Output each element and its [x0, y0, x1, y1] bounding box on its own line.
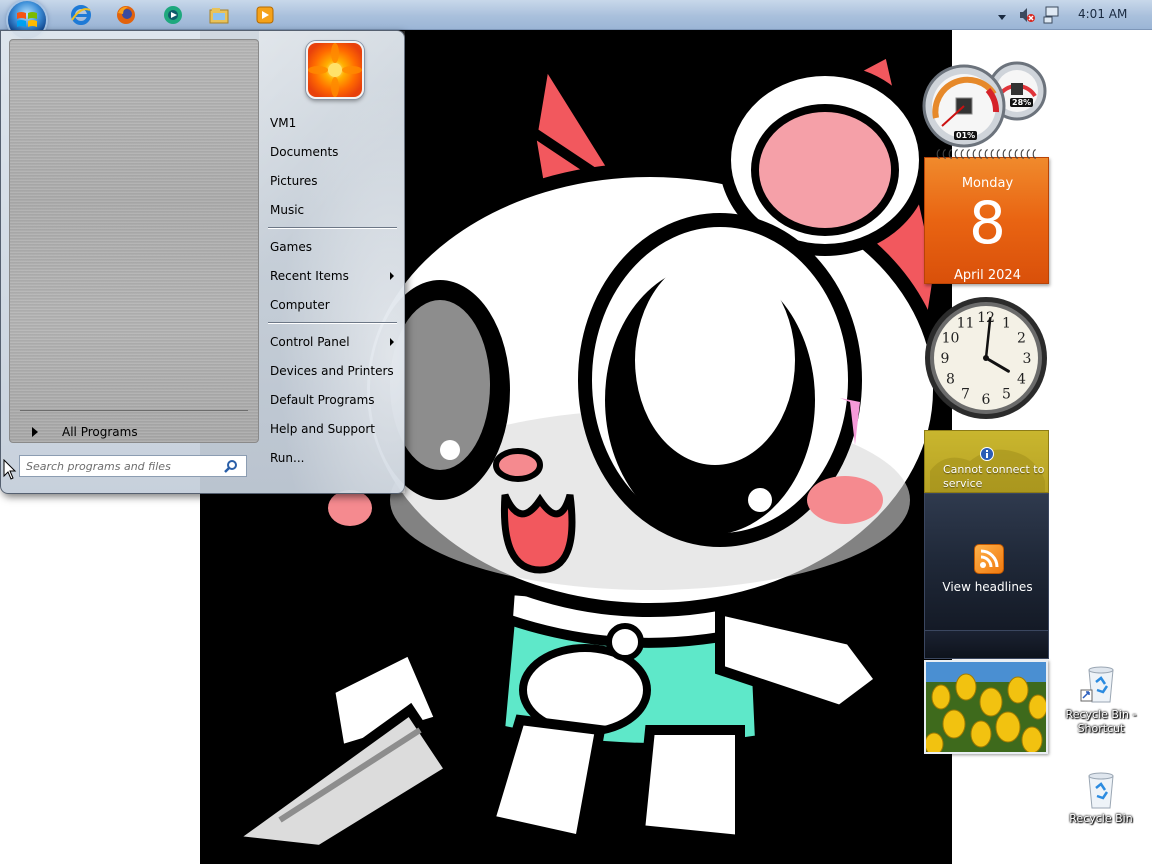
- calendar-body: Monday 8 April 2024: [924, 157, 1049, 284]
- menu-item-default-programs[interactable]: Default Programs: [266, 389, 398, 411]
- menu-item-devices-printers[interactable]: Devices and Printers: [266, 360, 398, 382]
- menu-item-documents[interactable]: Documents: [266, 141, 398, 163]
- info-icon: [980, 447, 994, 461]
- calendar-gadget[interactable]: Monday 8 April 2024: [924, 148, 1049, 284]
- menu-item-label: Documents: [270, 145, 339, 159]
- menu-item-music[interactable]: Music: [266, 199, 398, 221]
- rss-icon: [974, 544, 1004, 574]
- calendar-date: 8: [969, 189, 1006, 257]
- clock-number: 3: [1023, 351, 1032, 367]
- menu-item-label: Control Panel: [270, 335, 350, 349]
- menu-item-label: VM1: [270, 116, 297, 130]
- menu-item-control-panel[interactable]: Control Panel: [266, 331, 398, 353]
- taskbar-clock[interactable]: 4:01 AM: [1078, 7, 1127, 21]
- firefox-icon[interactable]: [115, 4, 137, 26]
- menu-item-label: Music: [270, 203, 305, 217]
- programs-divider: [20, 410, 248, 411]
- desktop-icon-label: Recycle Bin - Shortcut: [1065, 708, 1137, 735]
- network-icon[interactable]: [1043, 5, 1061, 25]
- menu-separator: [268, 322, 397, 323]
- menu-item-games[interactable]: Games: [266, 236, 398, 258]
- clock-number: 4: [1017, 372, 1026, 388]
- feed-headlines-gadget[interactable]: View headlines: [924, 493, 1049, 631]
- submenu-arrow-icon: [390, 272, 394, 280]
- search-box[interactable]: [19, 455, 247, 477]
- menu-item-help-support[interactable]: Help and Support: [266, 418, 398, 440]
- menu-separator: [268, 227, 397, 228]
- view-headlines-link[interactable]: View headlines: [925, 580, 1050, 594]
- recycle-bin-icon: [1080, 666, 1114, 703]
- menu-item-label: Recent Items: [270, 269, 349, 283]
- menu-item-run[interactable]: Run...: [266, 447, 398, 469]
- arrow-right-icon: [32, 427, 38, 437]
- recycle-bin-icon: [1088, 772, 1114, 809]
- clock-number: 6: [982, 392, 991, 408]
- slideshow-gadget[interactable]: [924, 660, 1048, 754]
- all-programs-button[interactable]: All Programs: [20, 420, 248, 444]
- clock-number: 8: [946, 372, 955, 388]
- menu-item-label: Run...: [270, 451, 305, 465]
- clock-number: 7: [961, 387, 970, 403]
- windows-media-center-icon[interactable]: [162, 4, 184, 26]
- clock-number: 10: [942, 331, 960, 347]
- menu-item-computer[interactable]: Computer: [266, 294, 398, 316]
- windows-media-player-icon[interactable]: [254, 4, 276, 26]
- calendar-month: April 2024: [954, 268, 1021, 283]
- calendar-rings: [936, 149, 1036, 159]
- memory-usage-readout: 28%: [1010, 98, 1034, 107]
- desktop-icon-label: Recycle Bin: [1069, 812, 1133, 825]
- clock-gadget[interactable]: 12 1 2 3 4 5 6 7 8 9 10 11: [922, 294, 1050, 422]
- volume-muted-icon[interactable]: [1018, 6, 1036, 24]
- menu-item-label: Games: [270, 240, 312, 254]
- clock-number: 1: [1002, 316, 1011, 332]
- feed-status-panel[interactable]: Cannot connect to service: [924, 430, 1049, 493]
- menu-item-recent-items[interactable]: Recent Items: [266, 265, 398, 287]
- clock-number: 9: [941, 351, 950, 367]
- clock-number: 11: [957, 316, 975, 332]
- cpu-meter-gadget[interactable]: 01% 28%: [922, 56, 1052, 148]
- all-programs-label: All Programs: [62, 425, 138, 439]
- user-picture[interactable]: [306, 41, 364, 99]
- recycle-bin-shortcut-icon[interactable]: Recycle Bin - Shortcut: [1063, 662, 1139, 742]
- taskbar: 4:01 AM: [0, 0, 1152, 30]
- clock-number: 12: [977, 310, 995, 326]
- clock-number: 5: [1002, 387, 1011, 403]
- tray-overflow-icon[interactable]: [996, 9, 1008, 21]
- menu-item-label: Pictures: [270, 174, 318, 188]
- menu-item-label: Default Programs: [270, 393, 375, 407]
- search-input[interactable]: [20, 456, 216, 476]
- cpu-usage-readout: 01%: [954, 131, 978, 140]
- submenu-arrow-icon: [390, 338, 394, 346]
- menu-item-label: Computer: [270, 298, 330, 312]
- mouse-cursor-icon: [3, 459, 17, 480]
- clock-number: 2: [1017, 331, 1026, 347]
- desktop[interactable]: 4:01 AM All Programs Search programs and…: [0, 0, 1152, 864]
- menu-item-pictures[interactable]: Pictures: [266, 170, 398, 192]
- menu-item-user[interactable]: VM1: [266, 112, 398, 134]
- search-icon[interactable]: [224, 459, 238, 473]
- feed-status-text: Cannot connect to service: [943, 463, 1045, 490]
- feed-footer: [924, 631, 1049, 659]
- internet-explorer-icon[interactable]: [70, 4, 92, 26]
- recycle-bin-desktop-icon[interactable]: Recycle Bin: [1063, 768, 1139, 848]
- windows-explorer-icon[interactable]: [208, 4, 230, 26]
- programs-list: All Programs: [9, 39, 259, 443]
- menu-item-label: Devices and Printers: [270, 364, 394, 378]
- menu-item-label: Help and Support: [270, 422, 375, 436]
